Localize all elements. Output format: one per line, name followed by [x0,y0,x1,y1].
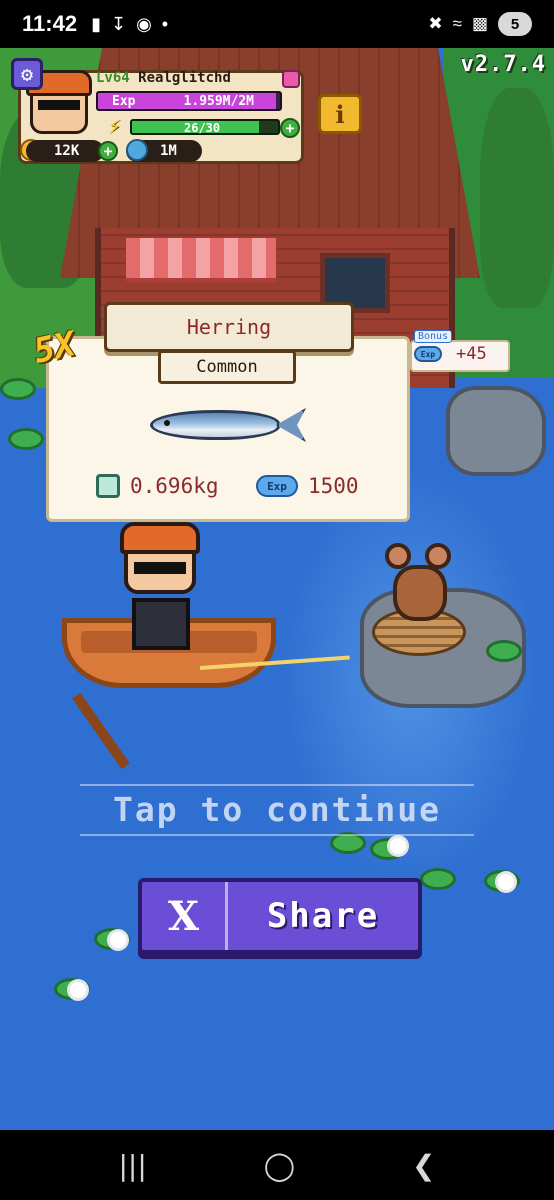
rarity-plate: Common [158,350,296,384]
lightning-icon: ⚡ [108,114,122,139]
player-level-name: Lv64 Realglitchd [96,70,231,86]
version-label: v2.7.4 [460,52,546,77]
lily-pad [0,378,36,400]
player-name: Realglitchd [138,70,231,86]
info-icon: i [335,99,345,129]
fish-image [150,406,306,444]
awning [126,238,276,282]
coins-value: 12K [54,143,80,159]
android-nav-bar: ||| ◯ ❮ [0,1130,554,1200]
exp-bar: Exp 1.959M/2M [96,91,282,111]
player-character [118,522,202,668]
reddit-icon: ◉ [136,13,152,34]
lily-flower [70,982,86,998]
fish-rarity: Common [196,357,258,377]
exp-bar-label: Exp [112,94,136,109]
gems-value: 1M [160,143,177,159]
mouse-companion [385,543,455,623]
status-system-icons: ✖ ≈ ▩ 5 [428,12,532,36]
rock [446,386,546,476]
battery-icon: 5 [498,12,532,36]
wifi-icon: ≈ [452,14,462,33]
fish-name-plate: Herring [104,302,354,352]
scale-icon [96,474,120,498]
mail-icon[interactable] [282,70,300,88]
add-energy-button[interactable]: + [280,118,300,138]
gear-icon: ⚙ [20,62,34,86]
lily-flower [390,838,406,854]
x-logo-icon: X [142,882,228,950]
exp-badge: Exp [256,475,298,497]
bonus-label: Bonus [414,330,453,343]
status-time: 11:42 [22,11,78,36]
download-icon: ↧ [110,13,127,34]
fish-weight: 0.696kg [130,474,219,498]
coins-counter: 12K [26,140,104,162]
player-level: Lv64 [96,70,130,86]
info-button[interactable]: i [318,94,362,134]
energy-value: 26/30 [184,121,221,135]
catch-multiplier: 5X [30,324,79,372]
dot-icon: • [161,13,169,34]
back-icon[interactable]: ❮ [412,1149,435,1182]
lily-flower [498,874,514,890]
add-coins-button[interactable]: + [98,141,118,161]
tap-divider-bottom [80,834,474,836]
lily-pad [486,640,522,662]
alert-icon: ▮ [91,13,101,34]
exp-bar-value: 1.959M/2M [183,94,254,109]
settings-button[interactable]: ⚙ [11,58,43,90]
signal-icon: ▩ [471,14,488,33]
home-icon[interactable]: ◯ [264,1149,295,1182]
fish-weight-row: 0.696kg [96,474,219,498]
lily-pad [420,868,456,890]
globe-icon [126,139,148,161]
share-button[interactable]: X Share [138,878,422,954]
exp-reward: 1500 [308,474,359,498]
bonus-exp-badge: Exp [414,346,442,362]
game-scene[interactable] [0,48,554,1130]
tap-to-continue[interactable]: Tap to continue [80,790,474,829]
exp-reward-row: Exp 1500 [256,474,359,498]
tree [480,88,554,308]
share-label: Share [266,896,380,936]
mute-icon: ✖ [428,14,443,33]
status-notification-icons: ▮ ↧ ◉ • [91,14,168,35]
lily-flower [110,932,126,948]
fish-name: Herring [186,315,272,339]
tap-divider-top [80,784,474,786]
bonus-value: +45 [456,344,487,364]
lily-pad [8,428,44,450]
status-bar: 11:42 ▮ ↧ ◉ • ✖ ≈ ▩ 5 [0,0,554,48]
oar [72,692,130,770]
recent-apps-icon[interactable]: ||| [118,1149,146,1182]
